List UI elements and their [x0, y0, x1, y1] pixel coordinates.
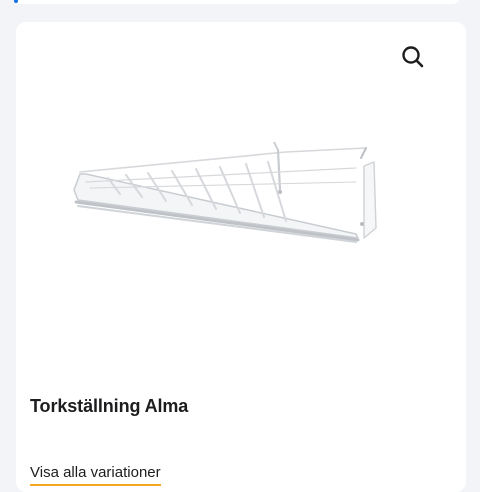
product-card: Torkställning Alma Visa alla variationer	[16, 22, 466, 492]
show-variants-link[interactable]: Visa alla variationer	[30, 464, 161, 486]
zoom-button[interactable]	[400, 44, 426, 70]
search-icon	[402, 46, 424, 68]
top-bar	[12, 0, 460, 4]
top-strip	[0, 0, 480, 8]
drying-rack-image[interactable]	[56, 142, 406, 282]
product-title: Torkställning Alma	[30, 396, 189, 416]
